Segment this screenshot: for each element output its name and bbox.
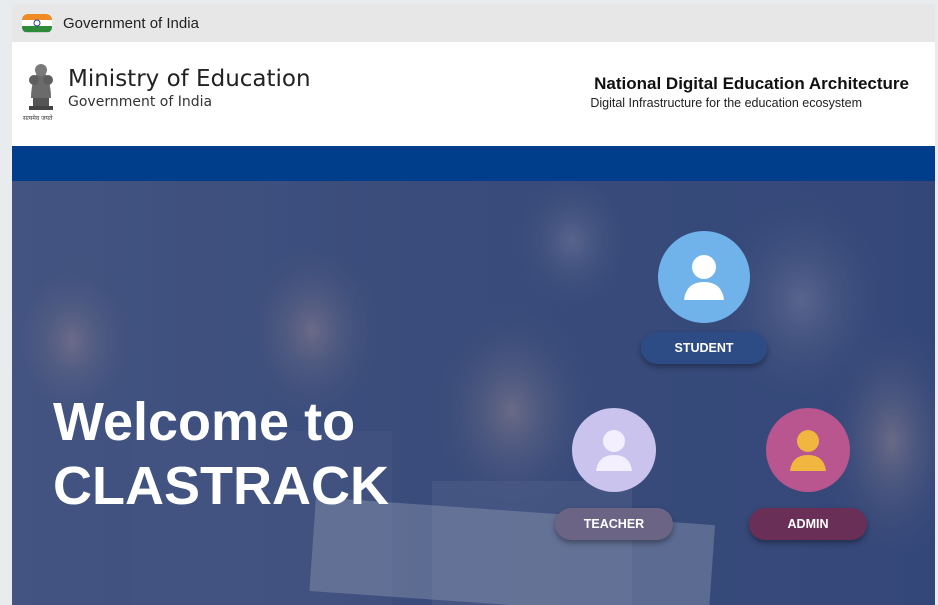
admin-button-label: ADMIN (787, 517, 829, 531)
ministry-title: Ministry of Education (68, 66, 311, 92)
gov-strip-label: Government of India (63, 14, 199, 32)
india-flag-icon (22, 13, 52, 33)
hero-section: Welcome to CLASTRACK STUDENT TEACHER ADM… (12, 181, 935, 605)
emblem-caption: सत्यमेव जयते (23, 115, 53, 122)
teacher-button-label: TEACHER (583, 517, 645, 531)
student-button[interactable]: STUDENT (641, 332, 767, 364)
teacher-avatar-icon (596, 430, 632, 471)
student-avatar-circle[interactable] (658, 231, 750, 323)
national-emblem-icon (29, 64, 53, 110)
browser-frame: Government of India सत्यमेव जयते Ministr… (12, 4, 935, 605)
welcome-line-2: CLASTRACK (53, 456, 389, 516)
brand-band (12, 146, 935, 181)
student-avatar-icon (684, 255, 724, 300)
admin-avatar-circle[interactable] (766, 408, 850, 492)
ndea-title: National Digital Education Architecture (594, 74, 909, 93)
student-button-label: STUDENT (674, 341, 734, 355)
teacher-avatar-circle[interactable] (572, 408, 656, 492)
ministry-subtitle: Government of India (68, 94, 213, 110)
teacher-button[interactable]: TEACHER (555, 508, 673, 540)
welcome-line-1: Welcome to (53, 392, 356, 452)
gov-strip: Government of India (12, 4, 935, 42)
admin-avatar-icon (790, 430, 826, 471)
admin-button[interactable]: ADMIN (749, 508, 867, 540)
ndea-subtitle: Digital Infrastructure for the education… (590, 96, 862, 110)
site-header: सत्यमेव जयते Ministry of Education Gover… (12, 42, 935, 146)
welcome-heading: Welcome to CLASTRACK (53, 390, 389, 518)
